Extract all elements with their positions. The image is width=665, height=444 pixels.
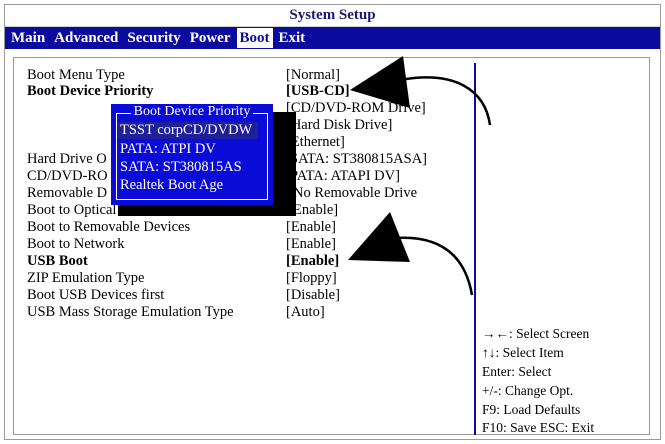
annotation-arrows: [348, 56, 492, 296]
arrow-curve: [394, 236, 474, 296]
arrow-boot-device-priority: [350, 56, 492, 126]
arrowhead-icon: [350, 56, 410, 108]
arrow-usb-boot: [348, 212, 474, 296]
arrow-curve: [399, 76, 492, 126]
